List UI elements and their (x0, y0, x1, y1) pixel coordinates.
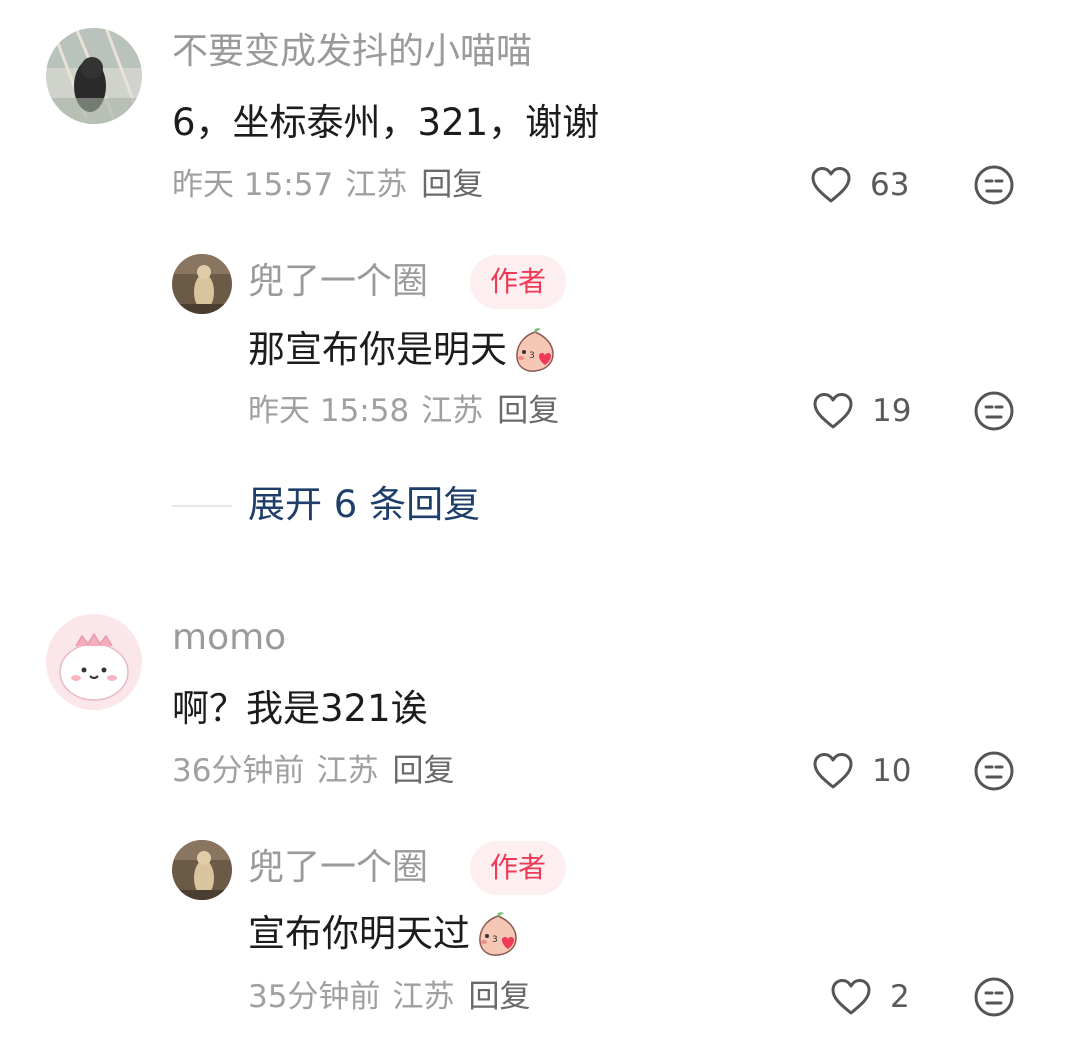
like-count: 19 (872, 393, 912, 429)
peach-blush-emoji: 3 (479, 912, 517, 956)
reply-username[interactable]: 兜了一个圈 (248, 846, 428, 890)
comment-text: 啊？我是321诶 (172, 687, 428, 730)
dislike-button[interactable] (973, 164, 1015, 210)
author-avatar[interactable] (172, 254, 232, 314)
heart-outline-icon (813, 753, 853, 789)
reply-text: 宣布你明天过 3 (248, 910, 522, 958)
reply-time: 昨天 15:58 (248, 393, 410, 429)
neutral-face-icon (974, 751, 1014, 791)
reply-button[interactable]: 回复 (421, 167, 483, 203)
author-badge: 作者 (470, 841, 567, 895)
comment-meta: 36分钟前 江苏 回复 (172, 751, 454, 791)
author-badge: 作者 (470, 255, 567, 309)
like-button[interactable]: 10 (812, 751, 911, 791)
dislike-button[interactable] (973, 750, 1015, 796)
user-avatar[interactable] (46, 28, 142, 124)
heart-outline-icon (811, 167, 851, 203)
reply-button[interactable]: 回复 (468, 979, 530, 1015)
comment-username[interactable]: momo (172, 616, 286, 660)
like-count: 63 (870, 167, 910, 203)
heart-outline-icon (813, 393, 853, 429)
reply-location: 江苏 (421, 393, 484, 429)
dislike-button[interactable] (973, 976, 1015, 1022)
expand-replies-link[interactable]: 展开 6 条回复 (248, 482, 480, 528)
reply-time: 35分钟前 (248, 979, 381, 1015)
comment-location: 江苏 (316, 753, 379, 789)
like-button[interactable]: 63 (810, 165, 909, 205)
like-button[interactable]: 19 (812, 391, 911, 431)
comment-time: 36分钟前 (172, 753, 305, 789)
reply-location: 江苏 (392, 979, 455, 1015)
comment-location: 江苏 (345, 167, 408, 203)
reply-text-body: 宣布你明天过 (248, 912, 470, 955)
neutral-face-icon (974, 165, 1014, 205)
reply-meta: 昨天 15:58 江苏 回复 (248, 391, 559, 431)
reply-username[interactable]: 兜了一个圈 (248, 260, 428, 304)
reply-meta: 35分钟前 江苏 回复 (248, 977, 530, 1017)
comment-meta: 昨天 15:57 江苏 回复 (172, 165, 483, 205)
heart-outline-icon (831, 979, 871, 1015)
neutral-face-icon (974, 391, 1014, 431)
svg-text:3: 3 (529, 351, 535, 361)
reply-button[interactable]: 回复 (392, 753, 454, 789)
comment-time: 昨天 15:57 (172, 167, 334, 203)
dislike-button[interactable] (973, 390, 1015, 436)
expand-divider (172, 505, 232, 507)
comment-username[interactable]: 不要变成发抖的小喵喵 (172, 30, 532, 74)
like-button[interactable]: 2 (830, 977, 910, 1017)
neutral-face-icon (974, 977, 1014, 1017)
like-count: 10 (872, 753, 912, 789)
author-avatar[interactable] (172, 840, 232, 900)
comment-text: 6，坐标泰州，321，谢谢 (172, 101, 600, 144)
like-count: 2 (890, 979, 910, 1015)
user-avatar[interactable] (46, 614, 142, 710)
reply-text-body: 那宣布你是明天 (248, 328, 507, 371)
svg-text:3: 3 (492, 935, 498, 945)
peach-blush-emoji: 3 (516, 328, 554, 372)
reply-button[interactable]: 回复 (497, 393, 559, 429)
reply-text: 那宣布你是明天 3 (248, 326, 559, 374)
